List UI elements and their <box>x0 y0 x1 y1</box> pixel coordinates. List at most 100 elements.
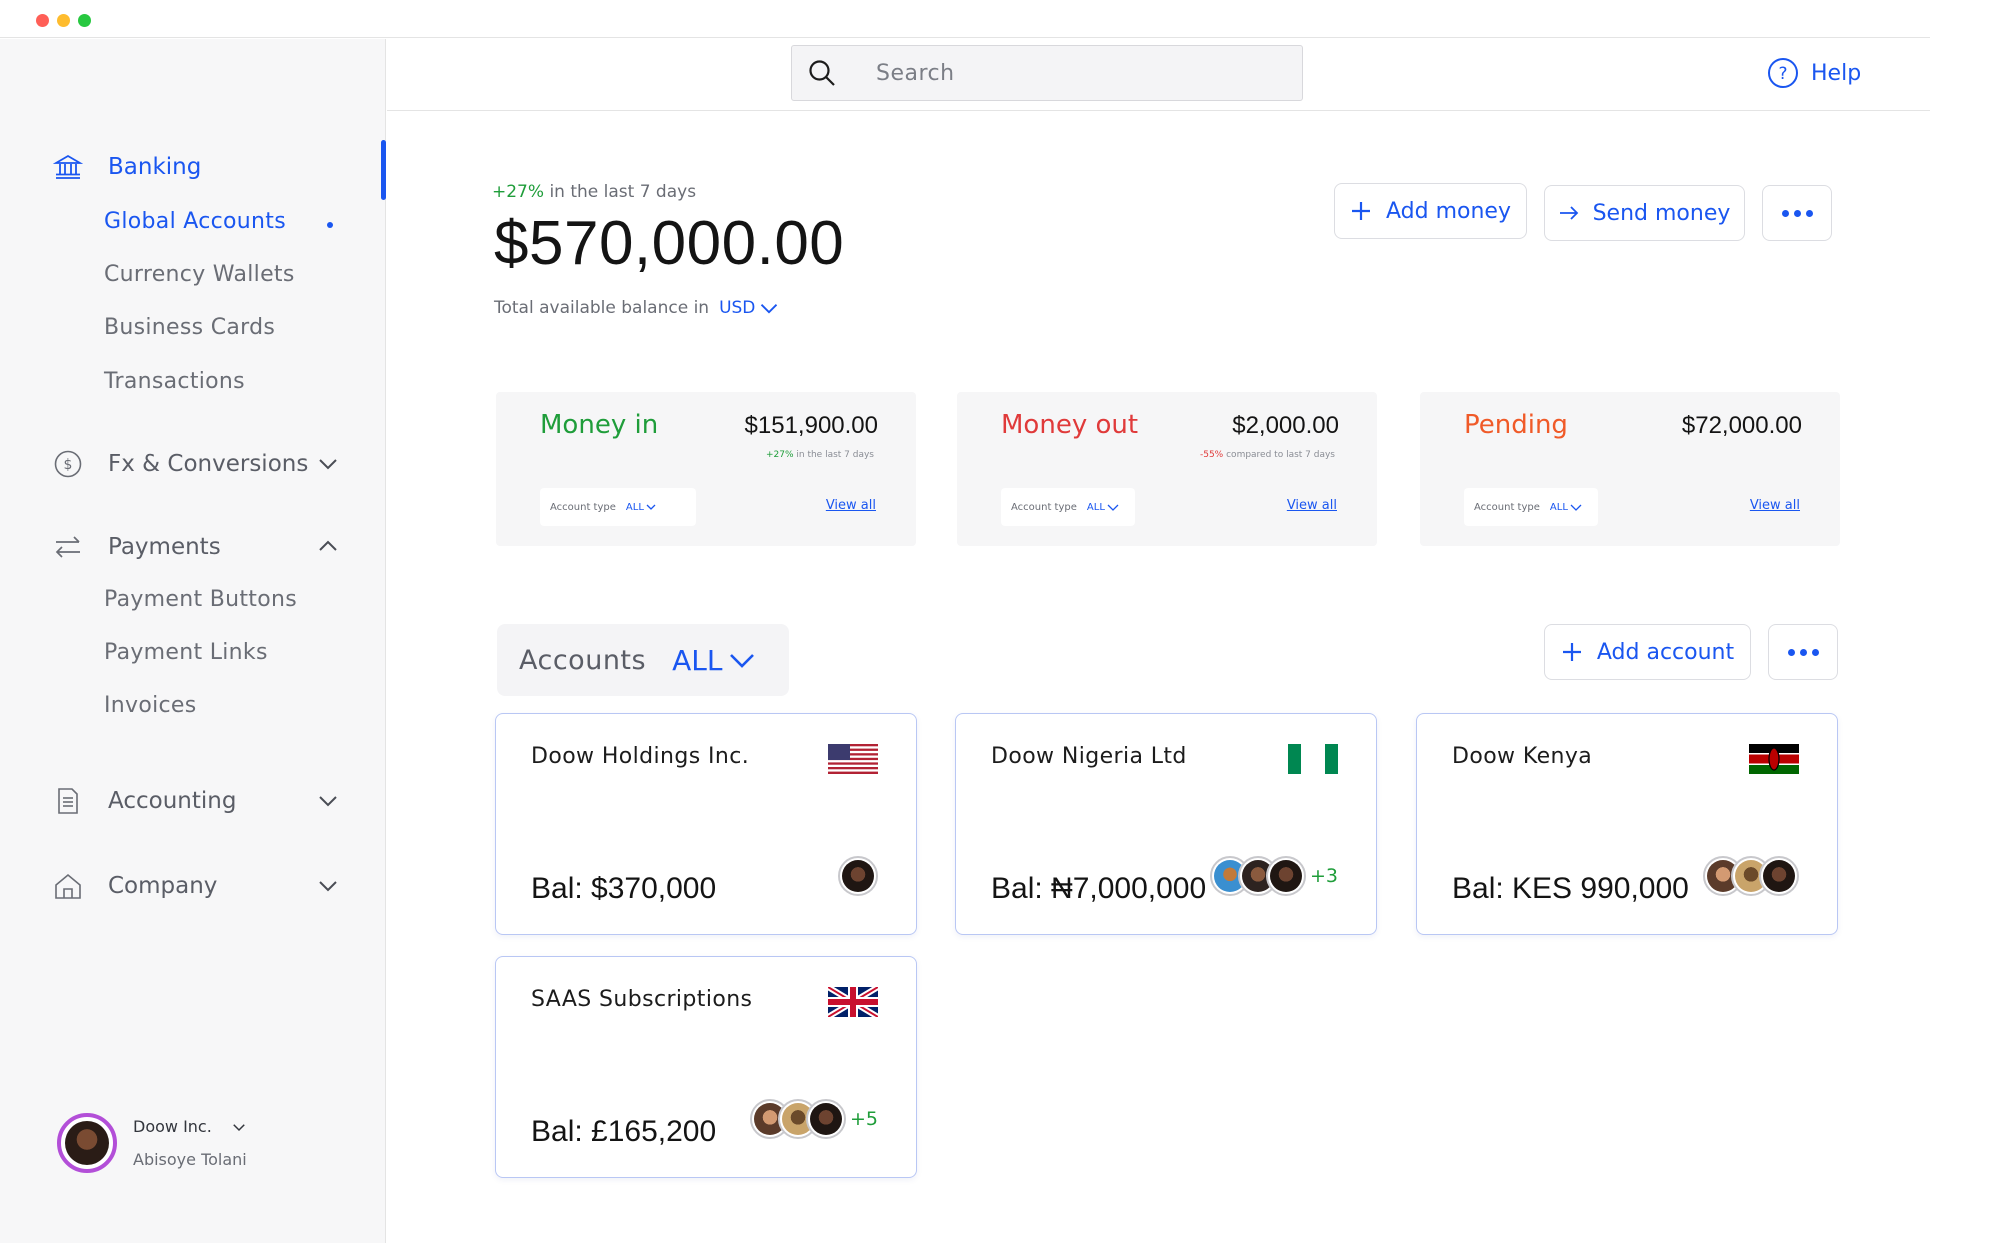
money-in-card: Money in $151,900.00 +27% in the last 7 … <box>496 392 916 546</box>
account-type-label: Account type <box>550 501 616 513</box>
svg-text:$: $ <box>64 457 73 473</box>
account-name: SAAS Subscriptions <box>531 987 753 1012</box>
money-out-label: Money out <box>1001 410 1139 440</box>
sidebar-item-invoices[interactable]: Invoices <box>104 693 197 718</box>
nav-fx-conversions[interactable]: $ Fx & Conversions <box>52 448 308 480</box>
total-balance: $570,000.00 <box>494 209 845 278</box>
balance-trend: +27% in the last 7 days <box>492 182 696 202</box>
sidebar-item-currency-wallets[interactable]: Currency Wallets <box>104 262 295 287</box>
nigeria-flag-icon <box>1288 744 1338 774</box>
money-out-note-pct: -55% <box>1199 450 1224 460</box>
money-out-note-text: compared to last 7 days <box>1226 450 1335 460</box>
avatar <box>838 856 878 896</box>
add-account-button[interactable]: Add account <box>1544 624 1751 680</box>
search-input[interactable]: Search <box>791 45 1303 101</box>
nav-company[interactable]: Company <box>52 870 217 902</box>
svg-text:?: ? <box>1778 64 1787 84</box>
maximize-window-button[interactable] <box>78 14 91 27</box>
accounts-more-button[interactable] <box>1768 624 1838 680</box>
help-label: Help <box>1811 60 1862 86</box>
account-members[interactable] <box>1703 856 1799 896</box>
us-flag-icon <box>828 744 878 774</box>
view-all-link[interactable]: View all <box>1750 498 1800 513</box>
pending-label: Pending <box>1464 410 1568 440</box>
sidebar-item-transactions[interactable]: Transactions <box>104 369 245 394</box>
transfer-arrows-icon <box>52 531 84 563</box>
add-money-label: Add money <box>1386 198 1511 224</box>
app-window: Banking Global Accounts Currency Wallets… <box>0 0 1930 1243</box>
chevron-down-icon[interactable] <box>316 452 340 476</box>
avatar <box>1265 856 1306 896</box>
plus-icon <box>1352 202 1370 220</box>
account-members[interactable] <box>838 856 878 896</box>
account-balance: Bal: £165,200 <box>531 1115 717 1148</box>
title-bar <box>0 0 1930 38</box>
account-type-filter[interactable]: Account type ALL <box>1001 488 1135 526</box>
view-all-link[interactable]: View all <box>1287 498 1337 513</box>
bank-icon <box>52 151 84 183</box>
nav-payments-label: Payments <box>108 534 221 560</box>
account-type-filter[interactable]: Account type ALL <box>540 488 696 526</box>
account-type-value: ALL <box>625 501 644 513</box>
close-window-button[interactable] <box>36 14 49 27</box>
add-money-button[interactable]: Add money <box>1334 183 1527 239</box>
chevron-down-icon[interactable] <box>316 789 340 813</box>
more-actions-button[interactable] <box>1762 185 1832 241</box>
dollar-circle-icon: $ <box>52 448 84 480</box>
money-in-label: Money in <box>540 410 659 440</box>
more-dots-icon <box>1781 209 1813 217</box>
account-members[interactable]: +5 <box>749 1099 878 1139</box>
home-icon <box>52 870 84 902</box>
chevron-up-icon[interactable] <box>316 534 340 558</box>
plus-icon <box>1562 643 1581 661</box>
pending-value: $72,000.00 <box>1681 412 1802 439</box>
view-all-link[interactable]: View all <box>826 498 876 513</box>
sidebar-item-global-accounts[interactable]: Global Accounts <box>104 209 286 234</box>
accounts-filter-text: ALL <box>672 643 723 677</box>
account-card[interactable]: Doow Nigeria Ltd Bal: ₦7,000,000 +3 <box>955 713 1377 935</box>
active-item-dot <box>327 222 333 228</box>
nav-payments[interactable]: Payments <box>52 531 221 563</box>
sidebar-item-payment-buttons[interactable]: Payment Buttons <box>104 587 297 612</box>
pending-card: Pending $72,000.00 Account type ALL View… <box>1420 392 1840 546</box>
money-out-card: Money out $2,000.00 -55% compared to las… <box>957 392 1377 546</box>
search-icon <box>792 58 852 88</box>
nav-accounting[interactable]: Accounting <box>52 785 236 817</box>
account-card[interactable]: Doow Holdings Inc. Bal: $370,000 <box>495 713 917 935</box>
account-type-value: ALL <box>1549 501 1568 513</box>
accounts-filter-value: ALL <box>672 644 756 677</box>
nav-company-label: Company <box>108 873 218 899</box>
sidebar-item-business-cards[interactable]: Business Cards <box>104 315 275 340</box>
send-money-label: Send money <box>1592 200 1731 226</box>
more-dots-icon <box>1787 648 1819 656</box>
chevron-down-icon <box>646 504 656 510</box>
minimize-window-button[interactable] <box>57 14 70 27</box>
nav-accounting-label: Accounting <box>108 788 237 814</box>
profile-switcher[interactable]: Doow Inc. Abisoye Tolani <box>57 1113 248 1173</box>
currency-select[interactable]: USD <box>719 298 779 318</box>
account-type-filter[interactable]: Account type ALL <box>1464 488 1598 526</box>
nav-banking[interactable]: Banking <box>52 151 201 183</box>
money-in-note: +27% in the last 7 days <box>766 450 874 460</box>
account-balance: Bal: KES 990,000 <box>1452 872 1689 905</box>
balance-caption: Total available balance in USD <box>494 298 779 318</box>
account-name: Doow Kenya <box>1452 744 1593 769</box>
account-type-value: ALL <box>1086 501 1105 513</box>
nav-fx-label: Fx & Conversions <box>108 451 309 477</box>
account-card[interactable]: SAAS Subscriptions Bal: £165,200 +5 <box>495 956 917 1178</box>
help-link[interactable]: ? Help <box>1767 57 1861 89</box>
account-card[interactable]: Doow Kenya Bal: KES 990,000 <box>1416 713 1838 935</box>
account-members[interactable]: +3 <box>1209 856 1338 896</box>
account-balance: Bal: ₦7,000,000 <box>991 872 1207 905</box>
chevron-down-icon[interactable] <box>316 874 340 898</box>
sidebar-item-payment-links[interactable]: Payment Links <box>104 640 268 665</box>
profile-org: Doow Inc. <box>133 1117 212 1136</box>
chevron-down-icon[interactable] <box>230 1118 248 1136</box>
accounts-filter[interactable]: Accounts ALL <box>497 624 789 696</box>
add-account-label: Add account <box>1596 639 1735 665</box>
sidebar: Banking Global Accounts Currency Wallets… <box>0 39 386 1243</box>
send-money-button[interactable]: Send money <box>1544 185 1745 241</box>
document-icon <box>52 785 84 817</box>
uk-flag-icon <box>828 987 878 1017</box>
money-in-note-text: in the last 7 days <box>796 450 874 460</box>
